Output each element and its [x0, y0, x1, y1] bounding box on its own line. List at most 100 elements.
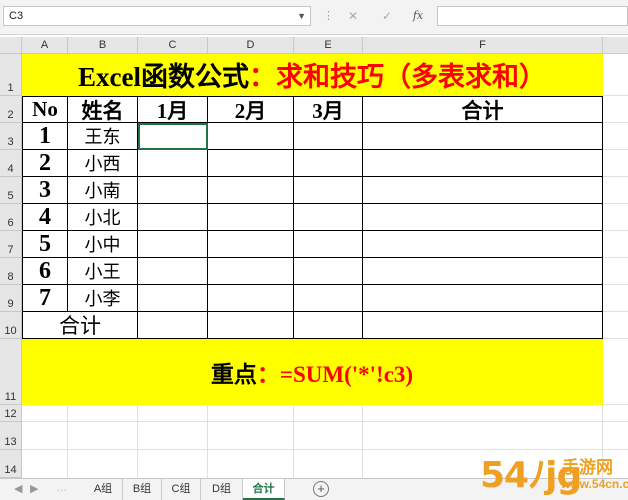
table-row-no[interactable]: 1 [22, 123, 68, 150]
row-header-1[interactable]: 1 [0, 54, 22, 96]
header-jan[interactable]: 1月 [138, 96, 208, 123]
header-name[interactable]: 姓名 [68, 96, 138, 123]
column-g-cells[interactable] [603, 96, 628, 339]
cell-e7[interactable] [294, 231, 363, 258]
formula-input[interactable] [437, 6, 628, 26]
tab-total[interactable]: 合计 [243, 479, 285, 500]
cell-e8[interactable] [294, 258, 363, 285]
table-row-name[interactable]: 小北 [68, 204, 138, 231]
row-header-2[interactable]: 2 [0, 96, 22, 123]
cell-f4[interactable] [363, 150, 603, 177]
cell-e9[interactable] [294, 285, 363, 312]
column-header-b[interactable]: B [68, 37, 138, 54]
select-all-corner[interactable] [0, 37, 22, 54]
title-red: ：求和技巧（多表求和） [248, 62, 546, 92]
cell-f10[interactable] [363, 312, 603, 339]
cell-c5[interactable] [138, 177, 208, 204]
row-number: 3 [39, 176, 51, 203]
cell-g11[interactable] [603, 339, 628, 405]
table-row-no[interactable]: 2 [22, 150, 68, 177]
header-total[interactable]: 合计 [363, 96, 603, 123]
key-formula-cell[interactable]: 重点：=SUM('*'!c3) [22, 339, 603, 405]
table-row-no[interactable]: 3 [22, 177, 68, 204]
row-header-12[interactable]: 12 [0, 405, 22, 422]
cell-f5[interactable] [363, 177, 603, 204]
tab-d-group[interactable]: D组 [201, 479, 243, 500]
cell-c10[interactable] [138, 312, 208, 339]
row-header-13[interactable]: 13 [0, 422, 22, 450]
table-row-name[interactable]: 小西 [68, 150, 138, 177]
table-row-name[interactable]: 小南 [68, 177, 138, 204]
column-header-a[interactable]: A [22, 37, 68, 54]
column-header-f[interactable]: F [363, 37, 603, 54]
row-number: 6 [39, 257, 51, 284]
row-header-5[interactable]: 5 [0, 177, 22, 204]
cell-c6[interactable] [138, 204, 208, 231]
chevron-down-icon[interactable]: ▼ [297, 7, 306, 25]
cell-f9[interactable] [363, 285, 603, 312]
row-header-4[interactable]: 4 [0, 150, 22, 177]
table-row-no[interactable]: 6 [22, 258, 68, 285]
column-header-g[interactable] [603, 37, 628, 54]
row-header-11[interactable]: 11 [0, 339, 22, 405]
row-header-8[interactable]: 8 [0, 258, 22, 285]
cell-d6[interactable] [208, 204, 294, 231]
table-row-name[interactable]: 王东 [68, 123, 138, 150]
cell-d3[interactable] [208, 123, 294, 150]
table-row-no[interactable]: 5 [22, 231, 68, 258]
row-header-10[interactable]: 10 [0, 312, 22, 339]
cell-f6[interactable] [363, 204, 603, 231]
cell-e4[interactable] [294, 150, 363, 177]
cell-d7[interactable] [208, 231, 294, 258]
title-cell[interactable]: Excel函数公式：求和技巧（多表求和） [22, 54, 603, 96]
row-header-7[interactable]: 7 [0, 231, 22, 258]
tab-a-group[interactable]: A组 [84, 479, 123, 500]
row-header-9[interactable]: 9 [0, 285, 22, 312]
table-row-no[interactable]: 7 [22, 285, 68, 312]
cell-g1[interactable] [603, 54, 628, 96]
insert-function-icon[interactable]: fx [407, 7, 429, 25]
cell-e10[interactable] [294, 312, 363, 339]
row-name: 小南 [84, 181, 121, 202]
cell-d8[interactable] [208, 258, 294, 285]
cell-f3[interactable] [363, 123, 603, 150]
tab-b-group[interactable]: B组 [123, 479, 162, 500]
table-row-name[interactable]: 小王 [68, 258, 138, 285]
cell-c7[interactable] [138, 231, 208, 258]
header-mar[interactable]: 3月 [294, 96, 363, 123]
cell-c4[interactable] [138, 150, 208, 177]
table-row-name[interactable]: 小中 [68, 231, 138, 258]
cell-d9[interactable] [208, 285, 294, 312]
cell-d4[interactable] [208, 150, 294, 177]
table-row-no[interactable]: 4 [22, 204, 68, 231]
header-feb[interactable]: 2月 [208, 96, 294, 123]
column-header-e[interactable]: E [294, 37, 363, 54]
cell-f7[interactable] [363, 231, 603, 258]
column-header-c[interactable]: C [138, 37, 208, 54]
table-row-name[interactable]: 小李 [68, 285, 138, 312]
column-header-d[interactable]: D [208, 37, 294, 54]
cancel-icon[interactable]: ✕ [342, 7, 364, 25]
total-label-cell[interactable]: 合计 [22, 312, 138, 339]
row-name: 小李 [84, 289, 121, 310]
tab-scroll-left-icon[interactable]: ◀ [14, 482, 22, 495]
row-header-6[interactable]: 6 [0, 204, 22, 231]
add-sheet-icon[interactable]: + [313, 481, 329, 497]
cell-c8[interactable] [138, 258, 208, 285]
cell-d5[interactable] [208, 177, 294, 204]
row-header-14[interactable]: 14 [0, 450, 22, 478]
cell-e6[interactable] [294, 204, 363, 231]
cell-d10[interactable] [208, 312, 294, 339]
cell-c3-selected[interactable] [138, 123, 208, 150]
cell-e3[interactable] [294, 123, 363, 150]
row-header-3[interactable]: 3 [0, 123, 22, 150]
tab-more-icon[interactable]: … [56, 482, 67, 494]
tab-scroll-right-icon[interactable]: ▶ [30, 482, 38, 495]
tab-c-group[interactable]: C组 [162, 479, 201, 500]
name-box[interactable]: C3 ▼ [3, 6, 311, 26]
cell-c9[interactable] [138, 285, 208, 312]
cell-e5[interactable] [294, 177, 363, 204]
header-no[interactable]: No [22, 96, 68, 123]
enter-icon[interactable]: ✓ [376, 7, 398, 25]
cell-f8[interactable] [363, 258, 603, 285]
